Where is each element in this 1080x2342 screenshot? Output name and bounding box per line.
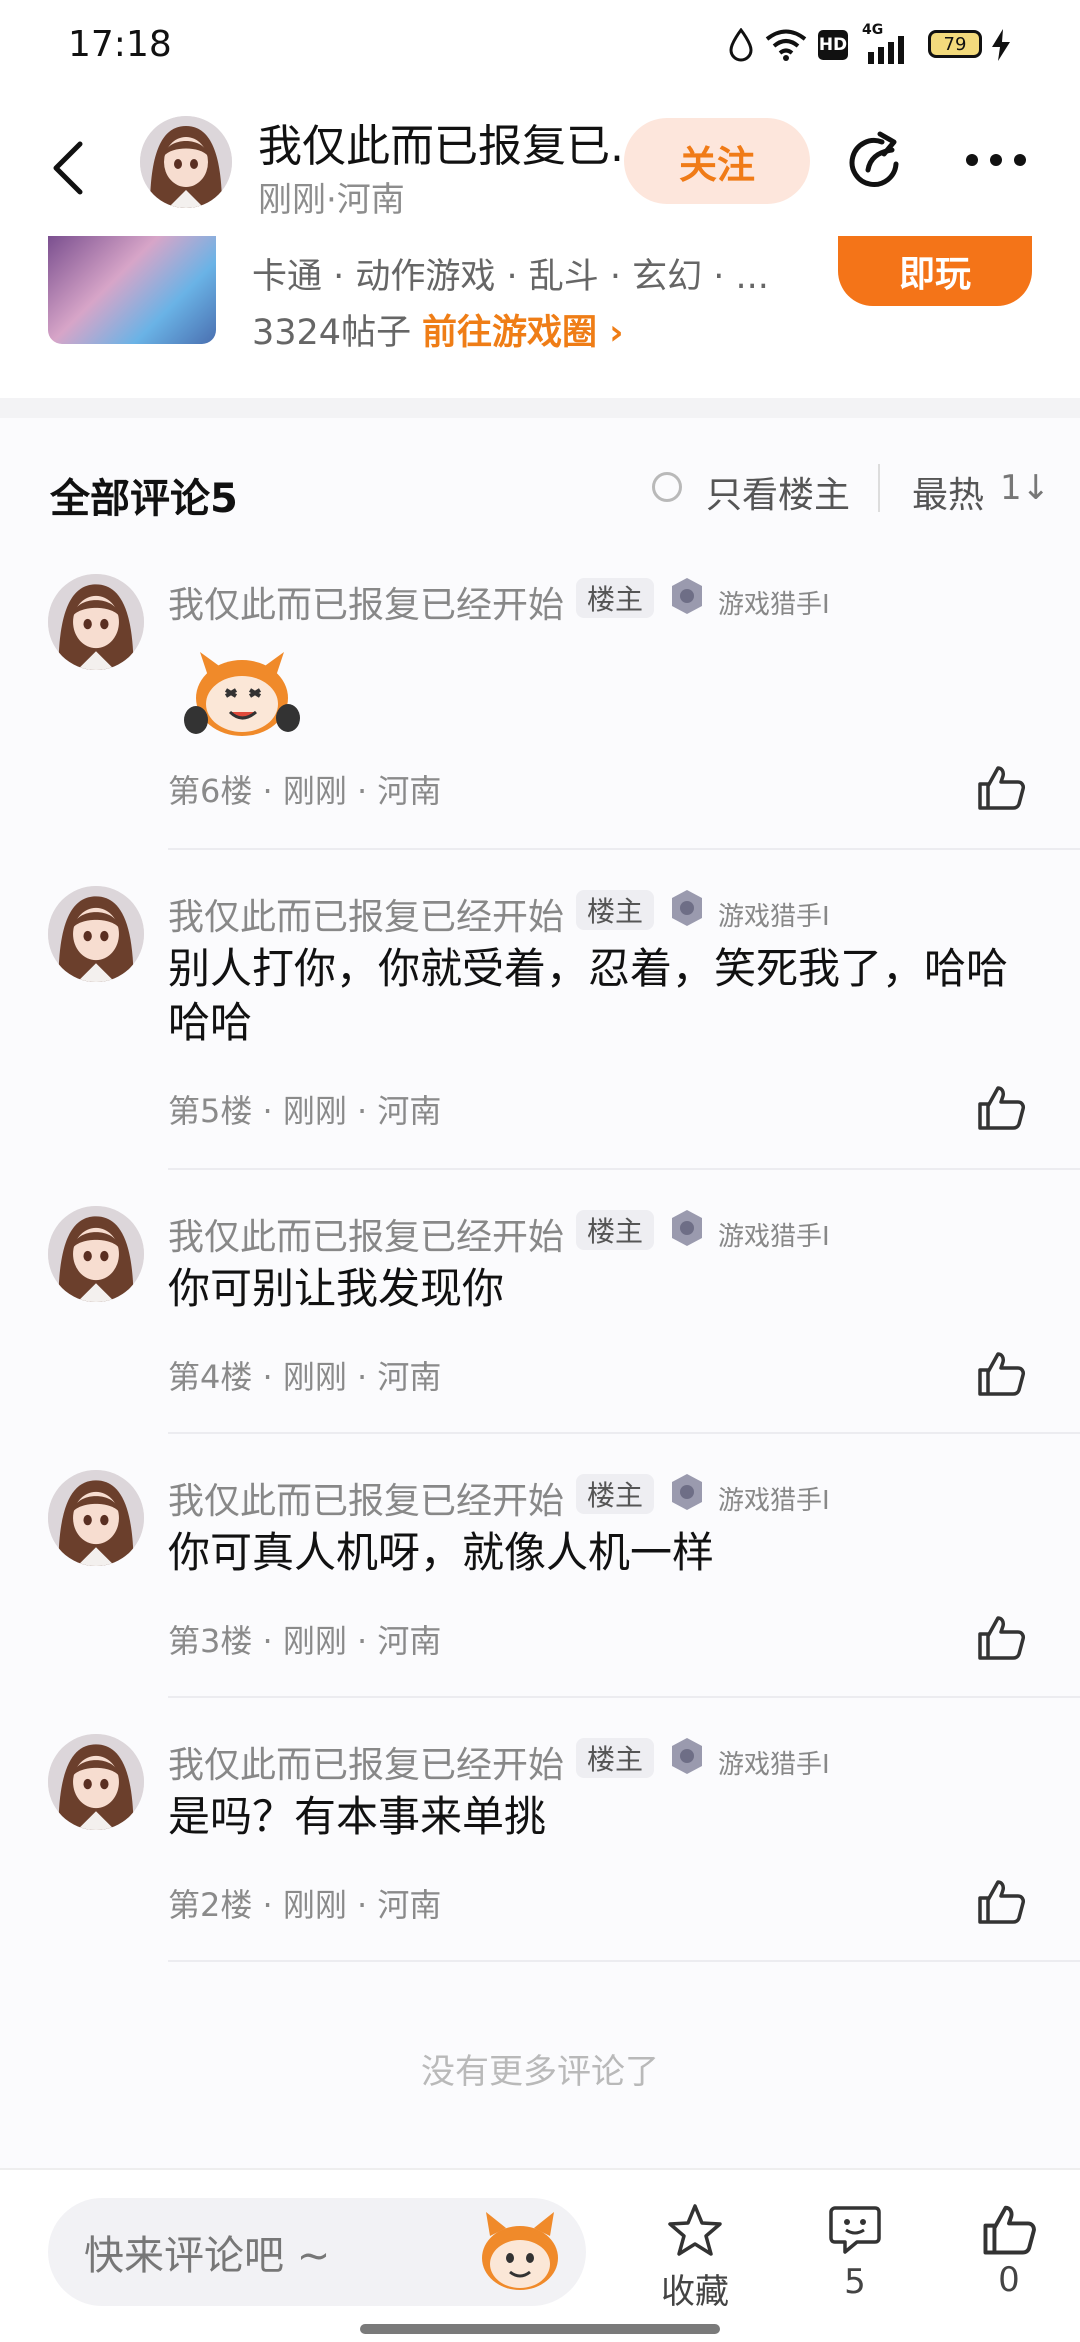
user-level: 游戏猎手I: [718, 1750, 830, 1780]
like-icon[interactable]: [976, 1878, 1026, 1924]
home-indicator[interactable]: [360, 2324, 720, 2334]
post-time-location: 刚刚·河南: [258, 180, 405, 220]
battery-icon: 79: [928, 30, 982, 58]
no-more-comments: 没有更多评论了: [421, 2052, 659, 2092]
comment-meta: 第6楼 · 刚刚 · 河南: [168, 772, 442, 810]
comment-divider: [168, 1696, 1080, 1698]
comment-count: 5: [844, 2262, 866, 2302]
comment-avatar[interactable]: [48, 1206, 144, 1302]
comment-text: 你可真人机呀，就像人机一样: [168, 1528, 715, 1577]
like-post-button[interactable]: 0: [954, 2202, 1064, 2300]
sort-icon[interactable]: 1↓: [1000, 468, 1050, 508]
like-icon[interactable]: [976, 1350, 1026, 1396]
op-badge: 楼主: [576, 1210, 654, 1250]
comment-author[interactable]: 我仅此而已报复已经开始: [168, 1472, 564, 1524]
level-badge-icon: [672, 1474, 702, 1510]
like-icon[interactable]: [976, 1614, 1026, 1660]
game-tags: 卡通 · 动作游戏 · 乱斗 · 玄幻 · ...: [252, 257, 769, 297]
star-icon: [668, 2204, 722, 2256]
comment-author[interactable]: 我仅此而已报复已经开始: [168, 1736, 564, 1788]
level-badge-icon: [672, 1738, 702, 1774]
play-now-button[interactable]: 即玩: [838, 236, 1032, 306]
comment-text: 你可别让我发现你: [168, 1264, 505, 1313]
mascot-sticker: [184, 652, 300, 736]
author-avatar[interactable]: [140, 116, 232, 208]
section-divider: [0, 398, 1080, 418]
comment-avatar[interactable]: [48, 1734, 144, 1830]
comment-text: 别人打你，你就受着，忍着，笑死我了，哈哈哈哈: [168, 944, 1009, 1047]
user-level: 游戏猎手I: [718, 902, 830, 932]
op-badge: 楼主: [576, 890, 654, 930]
comment-text: 是吗？有本事来单挑: [168, 1792, 547, 1841]
user-level: 游戏猎手I: [718, 1222, 830, 1252]
level-badge-icon: [672, 578, 702, 614]
water-drop-icon: [729, 28, 753, 62]
op-only-label[interactable]: 只看楼主: [706, 466, 850, 518]
comment-meta: 第3楼 · 刚刚 · 河南: [168, 1622, 442, 1660]
go-to-game-circle-link[interactable]: 前往游戏圈 ›: [422, 304, 624, 355]
wifi-icon: [765, 29, 807, 61]
share-icon[interactable]: [844, 130, 908, 194]
favorite-label: 收藏: [661, 2272, 729, 2312]
op-badge: 楼主: [576, 1474, 654, 1514]
sort-divider: [878, 464, 880, 512]
op-badge: 楼主: [576, 578, 654, 618]
op-badge: 楼主: [576, 1738, 654, 1778]
charging-icon: [992, 29, 1010, 61]
comment-divider: [168, 1960, 1080, 1962]
battery-level: 79: [943, 33, 967, 55]
follow-button[interactable]: 关注: [624, 118, 810, 204]
comments-title: 全部评论5: [50, 476, 238, 522]
game-thumbnail[interactable]: [48, 236, 216, 344]
thumbs-up-icon: [983, 2205, 1036, 2255]
favorite-button[interactable]: 收藏: [640, 2202, 750, 2313]
comment-meta: 第4楼 · 刚刚 · 河南: [168, 1358, 442, 1396]
emoji-mascot-icon[interactable]: [474, 2206, 566, 2298]
comment-meta: 第5楼 · 刚刚 · 河南: [168, 1092, 442, 1130]
comment-author[interactable]: 我仅此而已报复已经开始: [168, 1208, 564, 1260]
like-count: 0: [998, 2260, 1020, 2300]
status-time: 17:18: [68, 24, 172, 65]
more-options-icon[interactable]: [964, 152, 1028, 168]
comment-meta: 第2楼 · 刚刚 · 河南: [168, 1886, 442, 1924]
comment-count-button[interactable]: 5: [800, 2202, 910, 2302]
user-level: 游戏猎手I: [718, 590, 830, 620]
post-author-name[interactable]: 我仅此而已报复已...: [258, 110, 652, 174]
like-icon[interactable]: [976, 1084, 1026, 1130]
sort-hot-button[interactable]: 最热: [912, 466, 984, 518]
comment-divider: [168, 848, 1080, 850]
op-only-radio[interactable]: [652, 472, 682, 502]
level-badge-icon: [672, 890, 702, 926]
comment-avatar[interactable]: [48, 1470, 144, 1566]
like-icon[interactable]: [976, 764, 1026, 810]
comment-avatar[interactable]: [48, 886, 144, 982]
user-level: 游戏猎手I: [718, 1486, 830, 1516]
back-arrow-icon[interactable]: [48, 140, 88, 196]
4g-signal-icon: 4G: [862, 22, 912, 66]
comment-divider: [168, 1432, 1080, 1434]
level-badge-icon: [672, 1210, 702, 1246]
comment-author[interactable]: 我仅此而已报复已经开始: [168, 888, 564, 940]
status-bar: 17:18 HD 4G 79: [0, 0, 1080, 100]
comment-author[interactable]: 我仅此而已报复已经开始: [168, 576, 564, 628]
comment-bubble-icon: [829, 2206, 881, 2254]
comment-avatar[interactable]: [48, 574, 144, 670]
hd-icon: HD: [818, 30, 848, 60]
game-post-count: 3324帖子: [252, 313, 412, 353]
comment-divider: [168, 1168, 1080, 1170]
